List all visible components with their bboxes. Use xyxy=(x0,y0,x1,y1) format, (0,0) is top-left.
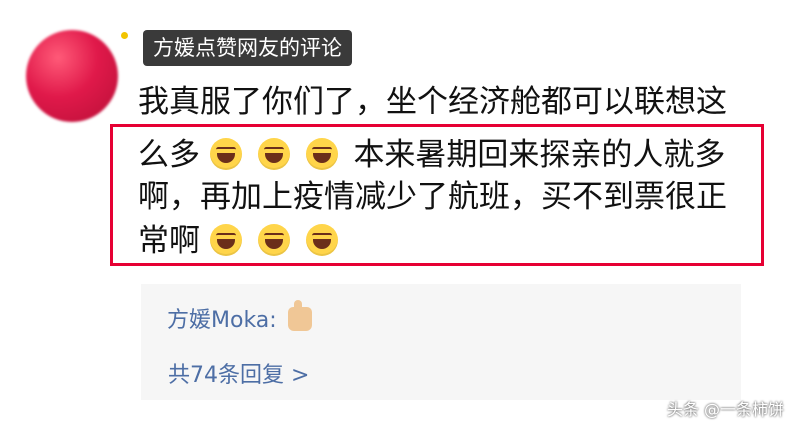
reply-count-link[interactable]: 共74条回复 > xyxy=(168,357,309,389)
status-dot xyxy=(121,32,128,39)
comment-line-4: 常啊 xyxy=(138,219,344,263)
laugh-cry-emoji-icon xyxy=(305,138,338,170)
avatar[interactable] xyxy=(26,30,118,122)
comment-line-4-prefix: 常啊 xyxy=(138,223,200,259)
laugh-cry-emoji-icon xyxy=(305,224,338,256)
reply-author-name[interactable]: 方媛Moka: xyxy=(167,308,277,333)
laugh-cry-emoji-icon xyxy=(209,224,242,256)
laugh-cry-emoji-icon xyxy=(209,138,242,170)
comment-line-2-prefix: 么多 xyxy=(138,137,200,173)
laugh-cry-emoji-icon xyxy=(257,224,290,256)
comment-line-2-suffix: 本来暑期回来探亲的人就多 xyxy=(353,137,726,173)
reply-author[interactable]: 方媛Moka: xyxy=(167,300,312,334)
watermark: 头条 @一条柿饼 xyxy=(666,400,784,419)
laugh-cry-emoji-icon xyxy=(257,138,290,170)
thumbs-up-icon xyxy=(287,300,312,331)
comment-line-2: 么多 本来暑期回来探亲的人就多 xyxy=(138,133,725,177)
comment-line-1: 我真服了你们了，坐个经济舱都可以联想这 xyxy=(138,84,727,120)
comment-line-3: 啊，再加上疫情减少了航班，买不到票很正 xyxy=(138,179,727,215)
like-tag: 方媛点赞网友的评论 xyxy=(143,30,352,66)
